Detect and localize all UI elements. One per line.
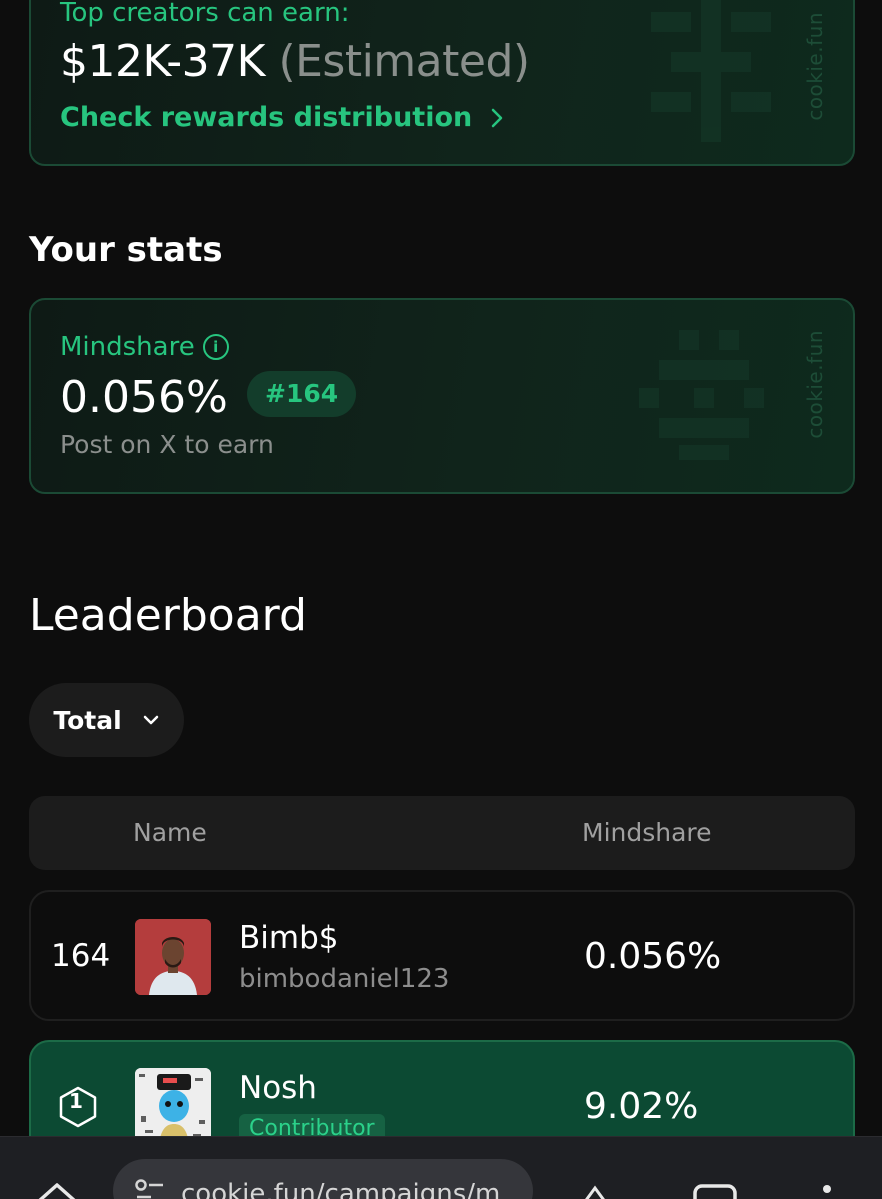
- user-name: Bimb$: [239, 920, 339, 956]
- share-icon[interactable]: [580, 1185, 610, 1199]
- table-row[interactable]: 164 Bimb$ bimbodaniel123 0.056%: [29, 890, 855, 1021]
- chevron-down-icon: [143, 715, 158, 725]
- column-header-name[interactable]: Name: [133, 818, 207, 847]
- rewards-label: Top creators can earn:: [60, 0, 350, 28]
- more-menu-icon[interactable]: [820, 1183, 834, 1199]
- url-text: cookie.fun/campaigns/m: [181, 1179, 501, 1199]
- user-mindshare: 9.02%: [584, 1086, 699, 1127]
- mindshare-card: cookie.fun Mindshare i 0.056% #164 Post …: [29, 298, 855, 494]
- filter-label: Total: [53, 705, 122, 735]
- user-mindshare: 0.056%: [584, 936, 722, 977]
- mindshare-label: Mindshare i: [60, 332, 229, 362]
- pixel-art-decoration: [651, 0, 771, 152]
- filter-dropdown[interactable]: Total: [29, 683, 184, 757]
- avatar: [135, 1068, 211, 1144]
- tabs-icon[interactable]: [692, 1183, 738, 1199]
- post-hint: Post on X to earn: [60, 430, 274, 459]
- info-icon[interactable]: i: [202, 334, 229, 360]
- home-icon[interactable]: [36, 1181, 78, 1199]
- user-name: Nosh: [239, 1070, 317, 1106]
- avatar: [135, 919, 211, 995]
- rewards-card: cookie.fun Top creators can earn: $12K-3…: [29, 0, 855, 166]
- row-rank: 1: [69, 1089, 83, 1113]
- pixel-art-decoration: [639, 330, 769, 460]
- column-header-mindshare[interactable]: Mindshare: [582, 818, 712, 847]
- check-rewards-link[interactable]: Check rewards distribution: [60, 102, 504, 133]
- chevron-right-icon: [491, 108, 503, 127]
- user-handle: bimbodaniel123: [239, 964, 450, 994]
- avatar-illustration: [135, 1068, 211, 1144]
- mindshare-label-text: Mindshare: [60, 332, 195, 362]
- cookie-fun-watermark: cookie.fun: [803, 12, 827, 121]
- rewards-amount-value: $12K-37K: [60, 36, 265, 87]
- check-rewards-link-label: Check rewards distribution: [60, 102, 473, 133]
- your-stats-title: Your stats: [29, 230, 223, 270]
- table-header: Name Mindshare: [29, 796, 855, 870]
- row-rank: 164: [51, 938, 111, 974]
- rank-badge: #164: [247, 371, 357, 417]
- rewards-amount: $12K-37K (Estimated): [60, 36, 530, 87]
- browser-bottom-bar: cookie.fun/campaigns/m: [0, 1136, 882, 1199]
- leaderboard-title: Leaderboard: [29, 590, 307, 641]
- avatar-illustration: [135, 919, 211, 995]
- address-bar[interactable]: cookie.fun/campaigns/m: [113, 1159, 533, 1199]
- rewards-amount-note: (Estimated): [278, 36, 530, 87]
- cookie-fun-watermark: cookie.fun: [803, 330, 827, 439]
- mindshare-value: 0.056%: [60, 372, 228, 423]
- site-settings-icon[interactable]: [135, 1179, 165, 1199]
